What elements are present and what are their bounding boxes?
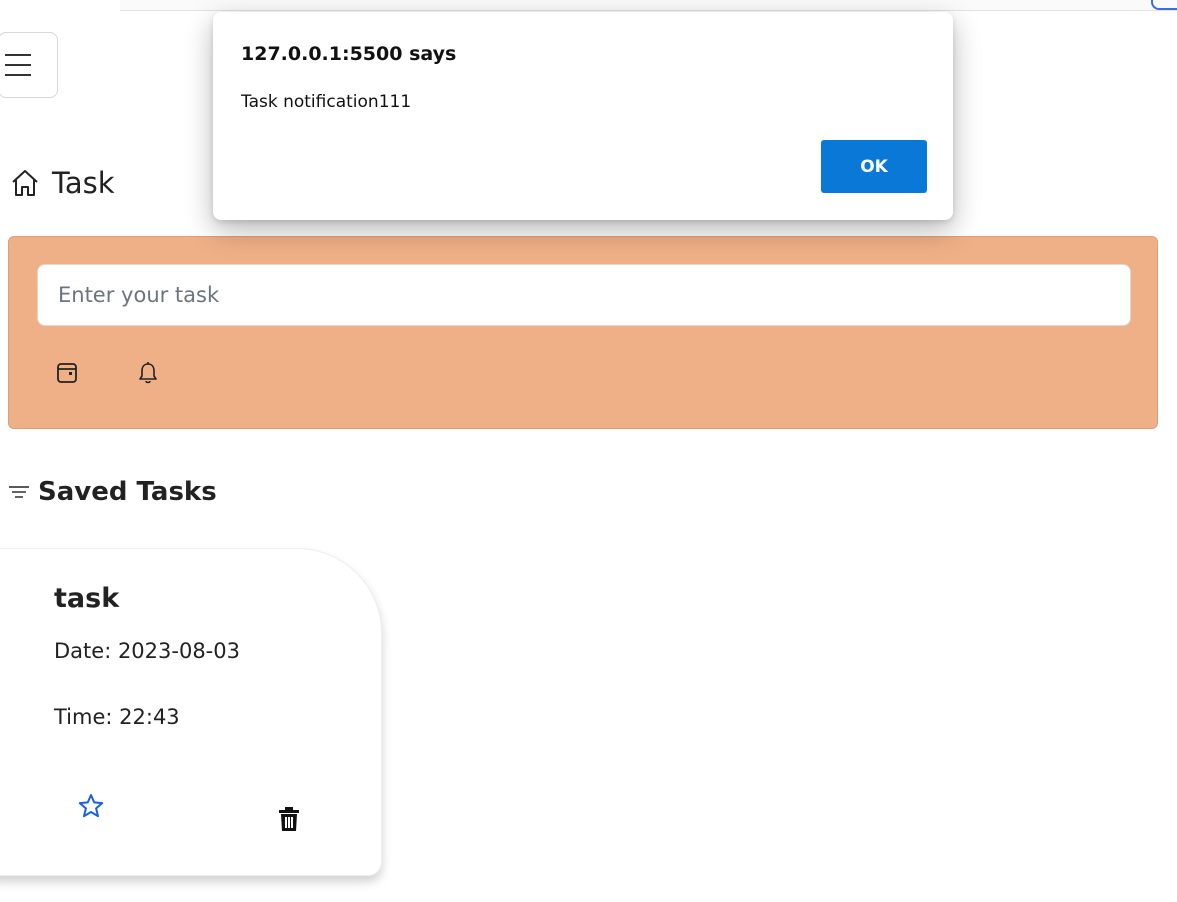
task-card-time: Time: 22:43 bbox=[54, 705, 180, 729]
saved-tasks-heading-text: Saved Tasks bbox=[38, 477, 217, 507]
list-filter-icon bbox=[9, 486, 29, 498]
browser-toolbar-strip bbox=[120, 0, 1177, 11]
menu-toggle-button[interactable] bbox=[0, 32, 58, 98]
alert-dialog-message: Task notification111 bbox=[241, 92, 412, 112]
task-card-title: task bbox=[54, 583, 120, 614]
task-input[interactable] bbox=[37, 264, 1131, 326]
bell-icon[interactable] bbox=[137, 361, 159, 385]
browser-corner-icon bbox=[1151, 0, 1177, 10]
star-icon[interactable] bbox=[78, 793, 104, 819]
house-icon bbox=[12, 170, 38, 196]
calendar-icon[interactable] bbox=[56, 361, 78, 385]
saved-tasks-heading: Saved Tasks bbox=[8, 472, 217, 512]
ok-button[interactable]: OK bbox=[821, 140, 927, 193]
task-entry-panel bbox=[8, 236, 1158, 429]
trash-icon[interactable] bbox=[278, 806, 300, 832]
hamburger-menu-icon bbox=[5, 54, 31, 76]
alert-dialog-origin: 127.0.0.1:5500 says bbox=[241, 43, 457, 65]
page-title-text: Task bbox=[52, 166, 115, 200]
alert-dialog: 127.0.0.1:5500 says Task notification111… bbox=[213, 12, 953, 220]
task-card-date: Date: 2023-08-03 bbox=[54, 639, 240, 663]
task-card: task Date: 2023-08-03 Time: 22:43 bbox=[0, 548, 382, 876]
page-title: Task bbox=[10, 163, 115, 203]
app-page: Task Saved Tasks task Date: 2023-08-03 T… bbox=[0, 0, 1177, 902]
